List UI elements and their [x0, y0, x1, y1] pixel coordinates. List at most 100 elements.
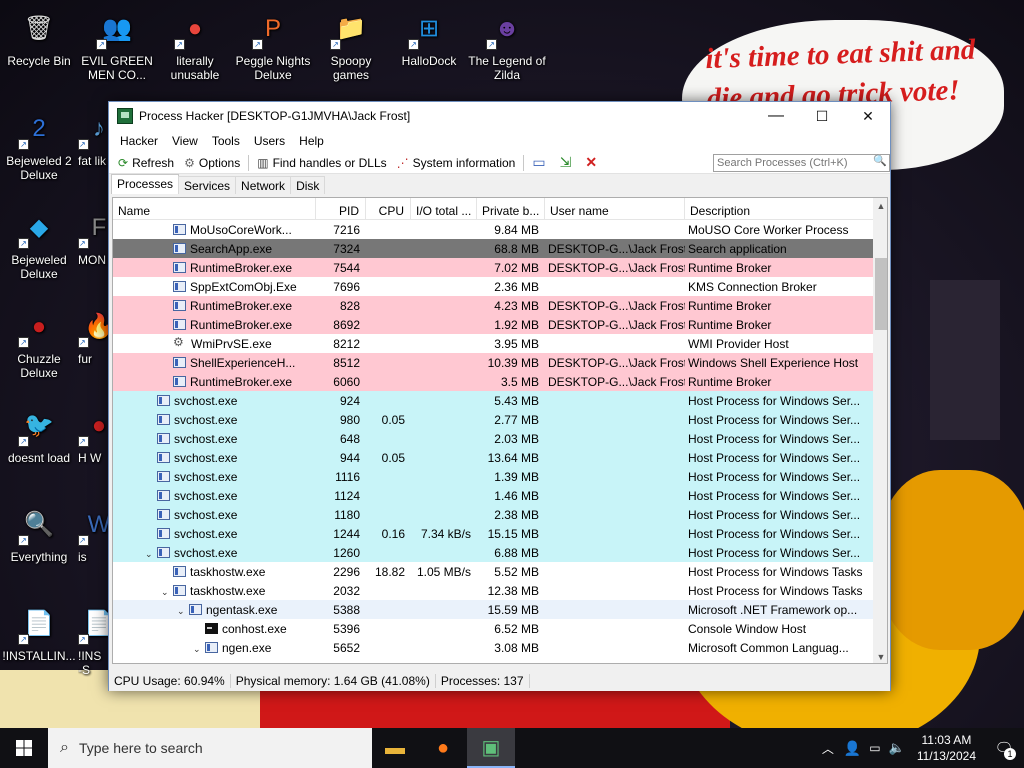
tree-collapse-chevron-icon[interactable]: ⌄: [177, 606, 189, 617]
maximize-button[interactable]: ☐: [799, 102, 845, 130]
process-cpu: 18.82: [374, 564, 405, 579]
desktop-shortcut[interactable]: ● ↗ literally unusable: [156, 8, 234, 83]
desktop-shortcut[interactable]: ⊞ ↗ HalloDock: [390, 8, 468, 69]
system-information-button[interactable]: ⋰ System information: [392, 153, 521, 173]
desktop-shortcut[interactable]: ◆ ↗ Bejeweled Deluxe: [0, 207, 78, 282]
desktop-shortcut[interactable]: ● ↗ Chuzzle Deluxe: [0, 306, 78, 381]
scroll-up-arrow-icon[interactable]: ▲: [873, 198, 887, 214]
menu-tools[interactable]: Tools: [205, 134, 247, 148]
process-row[interactable]: ⌄ taskhostw.exe 2032 12.38 MB Host Process f…: [113, 581, 887, 600]
process-row[interactable]: RuntimeBroker.exe 6060 3.5 MB DESKTOP-G...\…: [113, 372, 887, 391]
process-cpu: 0.05: [381, 412, 405, 427]
close-button[interactable]: ✕: [845, 102, 891, 130]
file-explorer-icon[interactable]: ▬: [371, 728, 419, 768]
action-center-icon[interactable]: 🗨 1: [984, 728, 1024, 768]
shortcut-arrow-icon: ↗: [96, 39, 107, 50]
tab-disk[interactable]: Disk: [290, 176, 326, 194]
process-row[interactable]: ⌄ ngentask.exe 5388 15.59 MB Microsoft .NET …: [113, 600, 887, 619]
process-row[interactable]: svchost.exe 648 2.03 MB Host Process for Wi…: [113, 429, 887, 448]
desktop-shortcut[interactable]: 📄 ↗ !INS -S: [78, 603, 108, 677]
process-row[interactable]: ⌄ svchost.exe 1260 6.88 MB Host Process for …: [113, 543, 887, 562]
vertical-scrollbar[interactable]: ▲ ▼: [873, 198, 887, 663]
desktop-shortcut[interactable]: P ↗ Peggle Nights Deluxe: [234, 8, 312, 83]
process-row[interactable]: svchost.exe 1116 1.39 MB Host Process for W…: [113, 467, 887, 486]
process-row[interactable]: MoUsoCoreWork... 7216 9.84 MB MoUSO Core Wo…: [113, 220, 887, 239]
process-row[interactable]: taskhostw.exe 2296 18.82 1.05 MB/s 5.52 MB Ho…: [113, 562, 887, 581]
desktop-shortcut[interactable]: 🔥 ↗ fur: [78, 306, 108, 366]
volume-icon[interactable]: 🔈: [885, 740, 909, 756]
process-hacker-window[interactable]: Process Hacker [DESKTOP-G1JMVHA\Jack Fro…: [108, 101, 891, 691]
terminate-button[interactable]: ✕: [580, 153, 606, 173]
people-icon[interactable]: 👤: [840, 740, 865, 757]
process-hacker-taskbar-icon[interactable]: ▣: [467, 728, 515, 768]
menu-help[interactable]: Help: [292, 134, 331, 148]
process-row[interactable]: svchost.exe 980 0.05 2.77 MB Host Process fo…: [113, 410, 887, 429]
process-name: svchost.exe: [174, 488, 238, 503]
menu-hacker[interactable]: Hacker: [113, 134, 165, 148]
tab-services[interactable]: Services: [178, 176, 237, 194]
find-window-button[interactable]: ⇲: [555, 153, 581, 173]
firefox-icon[interactable]: ●: [419, 728, 467, 768]
tab-network[interactable]: Network: [235, 176, 292, 194]
desktop-shortcut[interactable]: 📄 ↗ !INSTALLIN...: [0, 603, 78, 664]
column-header-name[interactable]: Name: [113, 198, 316, 220]
taskbar-search-box[interactable]: ⌕ Type here to search: [48, 728, 372, 768]
process-row[interactable]: RuntimeBroker.exe 8692 1.92 MB DESKTOP-G...…: [113, 315, 887, 334]
scroll-down-arrow-icon[interactable]: ▼: [873, 649, 887, 663]
process-name: svchost.exe: [174, 507, 238, 522]
process-row[interactable]: svchost.exe 1124 1.46 MB Host Process for W…: [113, 486, 887, 505]
start-button[interactable]: [0, 728, 48, 768]
column-header-description[interactable]: Description: [685, 198, 875, 220]
clock[interactable]: 11:03 AM 11/13/2024: [909, 732, 984, 764]
process-private-bytes: 13.64 MB: [487, 450, 539, 465]
column-header-private-bytes[interactable]: Private b...: [477, 198, 545, 220]
tree-collapse-chevron-icon[interactable]: ⌄: [161, 587, 173, 598]
desktop-shortcut[interactable]: W ↗ is: [78, 504, 108, 564]
process-row[interactable]: conhost.exe 5396 6.52 MB Console Window Hos…: [113, 619, 887, 638]
column-header-user-name[interactable]: User name: [545, 198, 685, 220]
process-row[interactable]: svchost.exe 944 0.05 13.64 MB Host Process f…: [113, 448, 887, 467]
title-bar[interactable]: Process Hacker [DESKTOP-G1JMVHA\Jack Fro…: [109, 102, 890, 130]
process-row[interactable]: RuntimeBroker.exe 828 4.23 MB DESKTOP-G...\…: [113, 296, 887, 315]
process-row[interactable]: SppExtComObj.Exe 7696 2.36 MB KMS Connectio…: [113, 277, 887, 296]
desktop-shortcut[interactable]: 🔍 ↗ Everything: [0, 504, 78, 565]
desktop-shortcut[interactable]: 2 ↗ Bejeweled 2 Deluxe: [0, 108, 78, 183]
refresh-button[interactable]: ⟳ Refresh: [113, 153, 179, 173]
search-icon[interactable]: 🔍: [873, 154, 887, 167]
show-window-button[interactable]: ▭: [527, 153, 554, 173]
menu-users[interactable]: Users: [247, 134, 292, 148]
desktop-shortcut[interactable]: 👥 ↗ EVIL GREEN MEN CO...: [78, 8, 156, 83]
desktop-shortcut[interactable]: ☻ ↗ The Legend of Zilda: [468, 8, 546, 83]
network-icon[interactable]: ▭: [865, 741, 884, 755]
desktop-shortcut[interactable]: ● ↗ H W: [78, 405, 108, 465]
column-header-io-total[interactable]: I/O total ...: [411, 198, 477, 220]
process-row[interactable]: ⌄ ngen.exe 5652 3.08 MB Microsoft Common Lan…: [113, 638, 887, 657]
process-row[interactable]: SearchApp.exe 7324 68.8 MB DESKTOP-G...\Jac…: [113, 239, 887, 258]
desktop-shortcut[interactable]: 🐦 ↗ doesnt load: [0, 405, 78, 466]
desktop-shortcut[interactable]: 📁 ↗ Spoopy games: [312, 8, 390, 82]
desktop-shortcut[interactable]: F ↗ MON: [78, 207, 108, 267]
column-header-pid[interactable]: PID: [316, 198, 366, 220]
options-button[interactable]: ⚙ Options: [179, 153, 245, 173]
desktop-shortcut[interactable]: ♪ ↗ fat lik: [78, 108, 108, 168]
search-processes-input[interactable]: [713, 154, 890, 172]
menu-view[interactable]: View: [165, 134, 205, 148]
process-row[interactable]: ShellExperienceH... 8512 10.39 MB DESKTOP-G…: [113, 353, 887, 372]
find-handles-button[interactable]: ▥ Find handles or DLLs: [252, 153, 391, 173]
column-header-cpu[interactable]: CPU: [366, 198, 411, 220]
tab-processes[interactable]: Processes: [111, 174, 180, 194]
process-row[interactable]: svchost.exe 1180 2.38 MB Host Process for W…: [113, 505, 887, 524]
process-row[interactable]: svchost.exe 1244 0.16 7.34 kB/s 15.15 MB Host…: [113, 524, 887, 543]
process-row[interactable]: RuntimeBroker.exe 7544 7.02 MB DESKTOP-G...…: [113, 258, 887, 277]
show-hidden-icons-chevron-icon[interactable]: ︿: [816, 740, 840, 757]
desktop-shortcut[interactable]: 🗑 Recycle Bin: [0, 8, 78, 69]
minimize-button[interactable]: —: [753, 102, 799, 130]
refresh-label: Refresh: [132, 155, 175, 170]
process-row[interactable]: WmiPrvSE.exe 8212 3.95 MB WMI Provider Host: [113, 334, 887, 353]
tree-collapse-chevron-icon[interactable]: ⌄: [193, 644, 205, 655]
process-row[interactable]: svchost.exe 924 5.43 MB Host Process for Wi…: [113, 391, 887, 410]
scrollbar-thumb[interactable]: [875, 258, 887, 330]
tree-collapse-chevron-icon[interactable]: ⌄: [145, 549, 157, 560]
process-list[interactable]: Name PID CPU I/O total ... Private b... …: [112, 197, 888, 664]
process-user-name: DESKTOP-G...\Jack Frost: [548, 374, 685, 389]
